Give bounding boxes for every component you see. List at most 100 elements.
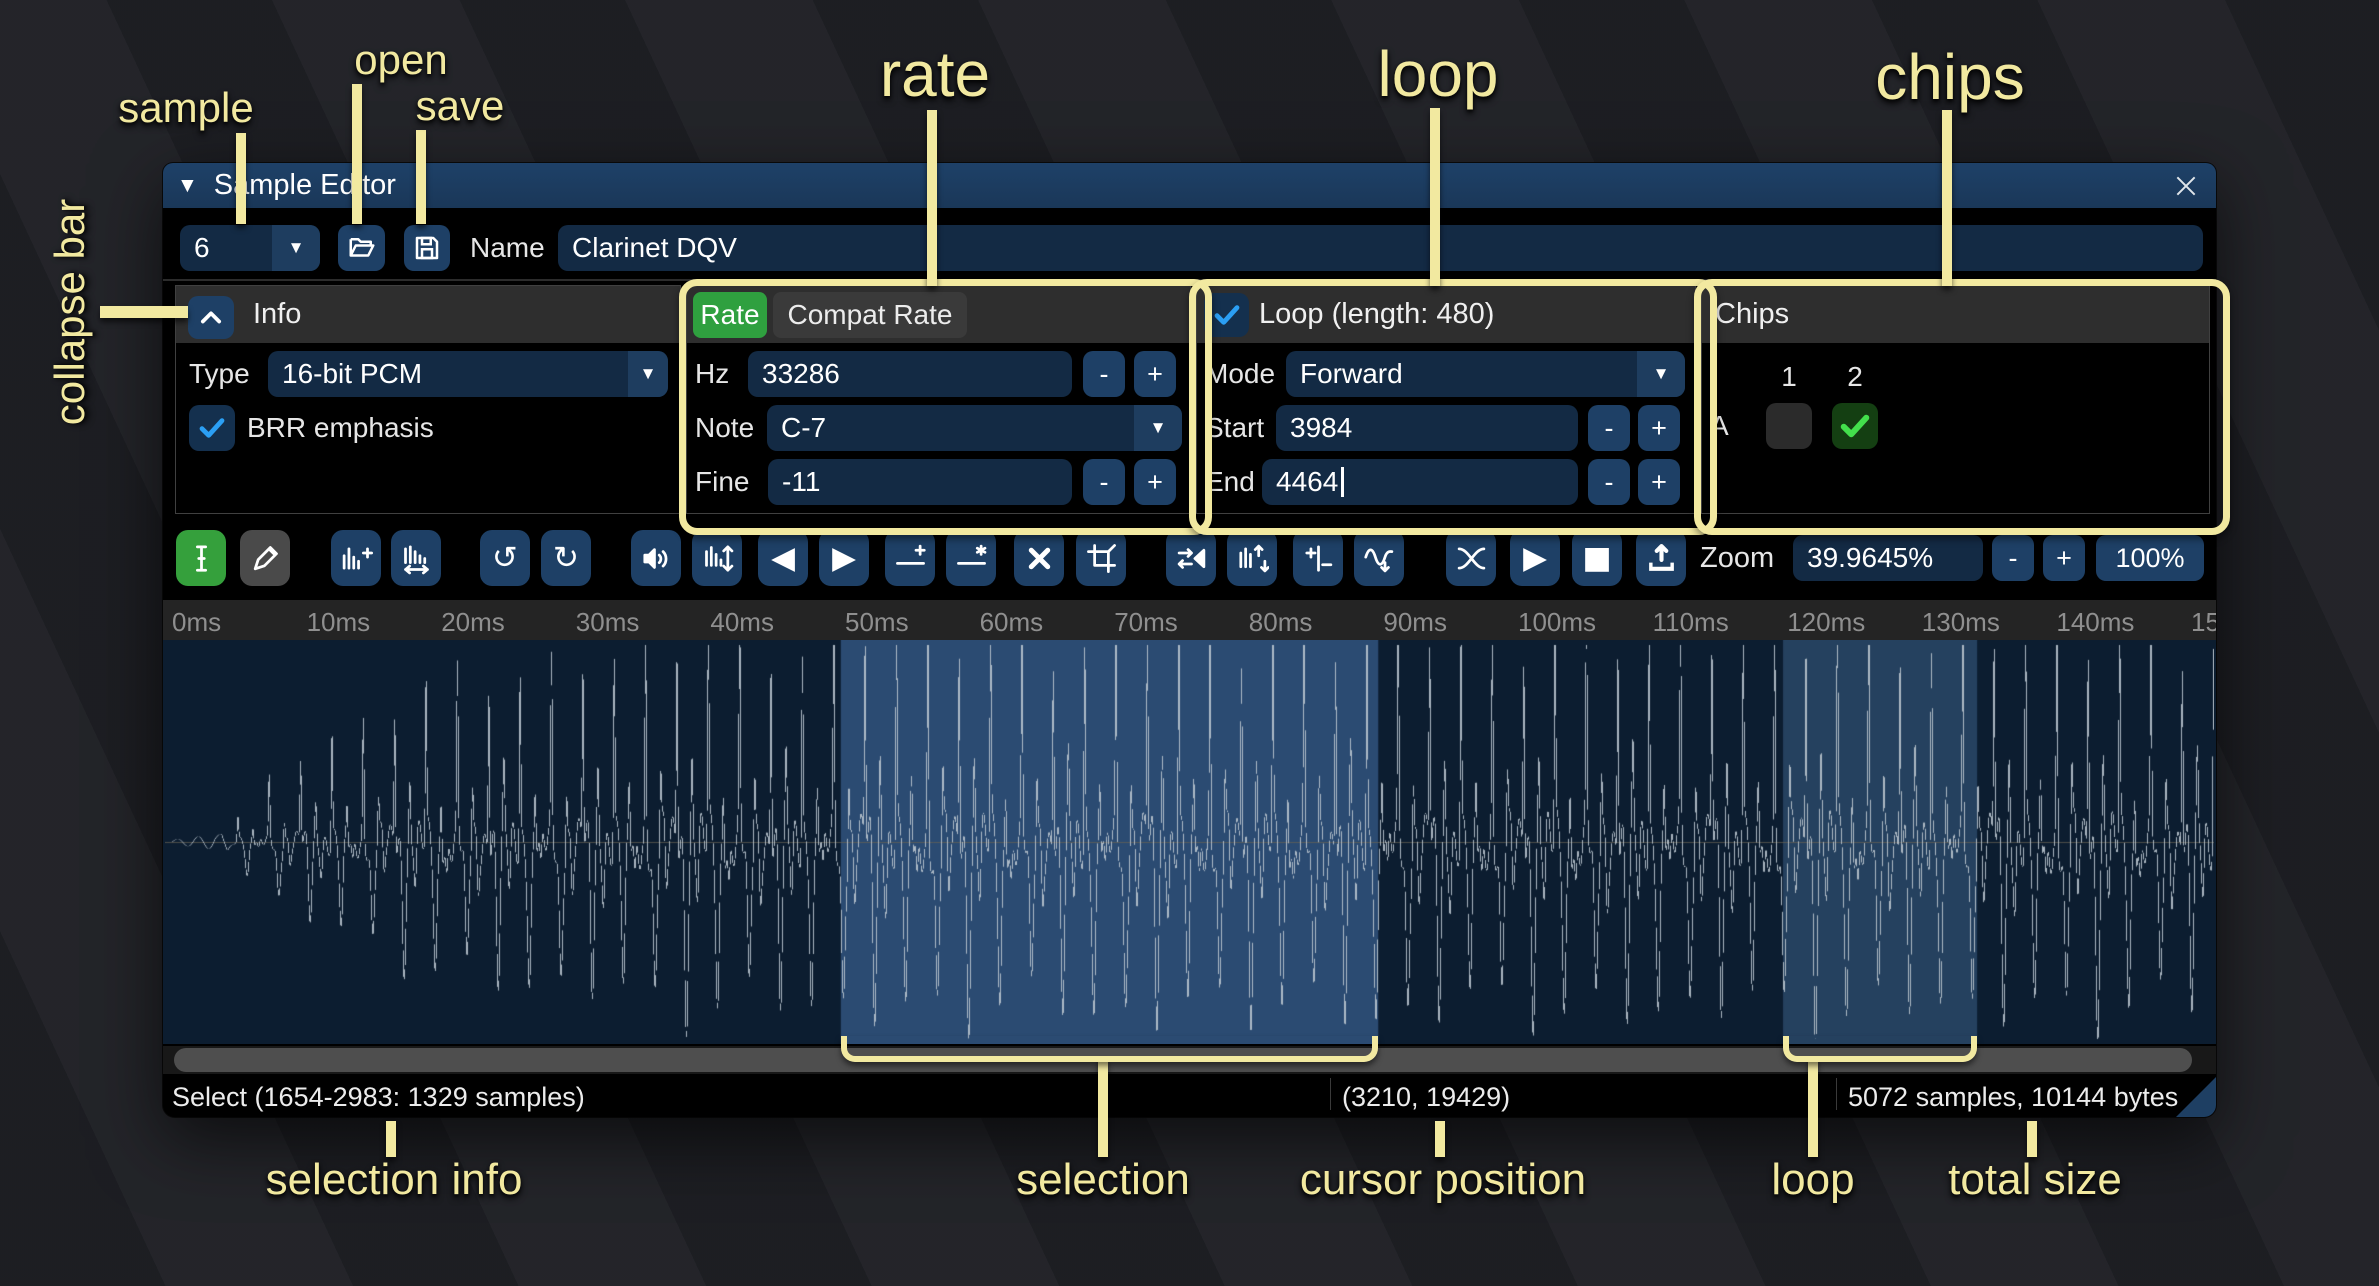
callout-line-selection <box>1098 1058 1108 1157</box>
chevron-down-icon[interactable]: ▼ <box>272 225 320 271</box>
resize-button[interactable] <box>331 530 381 586</box>
collapse-bar-button[interactable] <box>188 296 234 339</box>
normalize-button[interactable] <box>692 530 742 586</box>
stop-sample-button[interactable]: ■ <box>1572 530 1622 586</box>
zoom-in-button[interactable]: + <box>2043 535 2085 581</box>
play-sample-button[interactable]: ▶ <box>1510 530 1560 586</box>
ruler-tick: 120ms <box>1787 607 1865 638</box>
callout-line-rate <box>927 110 937 286</box>
close-button[interactable] <box>2170 170 2202 202</box>
wave-vertical-arrows-icon <box>701 542 734 575</box>
ruler-tick: 140ms <box>2056 607 2134 638</box>
zoom-value-input[interactable]: 39.9645% <box>1793 535 1983 581</box>
chevron-down-icon[interactable]: ▼ <box>628 351 668 397</box>
fade-out-button[interactable]: ▶ <box>819 530 869 586</box>
type-dropdown[interactable]: 16-bit PCM ▼ <box>268 351 668 397</box>
resize-grip[interactable] <box>2176 1077 2216 1117</box>
window-collapse-icon[interactable]: ▼ <box>177 174 198 198</box>
play-icon: ▶ <box>1523 540 1547 576</box>
callout-box-loop <box>1189 279 1717 535</box>
open-folder-icon <box>347 233 377 263</box>
time-ruler[interactable]: 0ms10ms20ms30ms40ms50ms60ms70ms80ms90ms1… <box>163 598 2216 642</box>
filter-wave-icon <box>1363 542 1396 575</box>
signed-unsigned-button[interactable] <box>1293 530 1343 586</box>
callout-line-loop <box>1430 108 1440 286</box>
status-total-size: 5072 samples, 10144 bytes <box>1848 1082 2178 1113</box>
annotation-rate: rate <box>880 37 990 111</box>
annotation-cursor-position: cursor position <box>1300 1155 1586 1205</box>
info-panel-header: Info <box>176 286 680 343</box>
ruler-tick: 110ms <box>1653 607 1729 638</box>
apply-filter-button[interactable] <box>1354 530 1404 586</box>
resample-button[interactable] <box>391 530 441 586</box>
annotation-open: open <box>354 36 447 84</box>
save-floppy-icon <box>412 233 442 263</box>
ruler-tick: 0ms <box>172 607 221 638</box>
waveform-view[interactable] <box>163 640 2216 1044</box>
title-bar[interactable]: ▼ Sample Editor <box>163 163 2216 208</box>
ruler-tick: 100ms <box>1518 607 1596 638</box>
insert-silence-button[interactable] <box>885 530 935 586</box>
sample-selector-value: 6 <box>180 232 210 264</box>
crossfade-button[interactable] <box>1446 530 1496 586</box>
status-bar: Select (1654-2983: 1329 samples) (3210, … <box>163 1074 2216 1117</box>
annotation-sample: sample <box>118 84 253 132</box>
fade-in-button[interactable]: ◀ <box>758 530 808 586</box>
preview-on-chip-button[interactable] <box>1636 530 1686 586</box>
callout-line-cursor-position <box>1435 1121 1445 1157</box>
status-separator <box>1330 1078 1331 1110</box>
selection-bracket <box>841 1036 1378 1062</box>
annotation-loop: loop <box>1378 37 1499 111</box>
redo-button[interactable]: ↻ <box>541 530 591 586</box>
loop-bracket <box>1783 1036 1977 1062</box>
status-separator <box>1836 1078 1837 1110</box>
edit-mode-draw-button[interactable] <box>240 530 290 586</box>
annotation-collapse-bar: collapse bar <box>46 199 94 425</box>
sample-selector[interactable]: 6 ▼ <box>180 225 320 271</box>
callout-line-open <box>352 84 362 224</box>
brr-emphasis-checkbox[interactable] <box>189 405 235 451</box>
save-sample-button[interactable] <box>404 225 450 271</box>
edit-mode-select-button[interactable] <box>176 530 226 586</box>
ruler-tick: 60ms <box>980 607 1044 638</box>
name-label: Name <box>470 225 545 271</box>
check-icon <box>196 412 228 444</box>
brr-emphasis-label: BRR emphasis <box>247 405 434 451</box>
waveform-canvas[interactable] <box>165 640 2214 1044</box>
undo-icon: ↺ <box>492 540 518 576</box>
ruler-tick: 90ms <box>1383 607 1447 638</box>
upload-tray-icon <box>1645 542 1678 575</box>
trim-button[interactable] <box>1076 530 1126 586</box>
ruler-tick: 130ms <box>1922 607 2000 638</box>
zoom-label: Zoom <box>1700 535 1774 581</box>
ruler-tick: 10ms <box>307 607 371 638</box>
open-sample-button[interactable] <box>338 225 385 271</box>
silence-selection-button[interactable] <box>946 530 996 586</box>
type-label: Type <box>189 351 250 397</box>
ibeam-cursor-icon <box>185 542 218 575</box>
callout-line-save <box>416 130 426 224</box>
fade-out-icon: ▶ <box>832 540 856 576</box>
ruler-tick: 40ms <box>710 607 774 638</box>
name-input[interactable]: Clarinet DQV <box>558 225 2203 271</box>
ruler-tick: 150ms <box>2191 607 2216 638</box>
amplify-button[interactable] <box>631 530 681 586</box>
reverse-arrows-icon <box>1175 542 1208 575</box>
line-plus-icon <box>894 542 927 575</box>
zoom-reset-button[interactable]: 100% <box>2096 535 2204 581</box>
callout-line-total-size <box>2027 1121 2037 1157</box>
delete-button[interactable] <box>1014 530 1064 586</box>
redo-icon: ↻ <box>553 540 579 576</box>
callout-box-rate <box>679 279 1212 535</box>
annotation-save: save <box>416 82 505 130</box>
callout-line-collapse-bar <box>100 306 188 318</box>
wave-plus-icon <box>340 542 373 575</box>
annotation-selection-info: selection info <box>266 1155 523 1205</box>
undo-button[interactable]: ↺ <box>480 530 530 586</box>
annotation-loop-bottom: loop <box>1771 1155 1854 1205</box>
callout-line-selection-info <box>386 1121 396 1157</box>
reverse-button[interactable] <box>1166 530 1216 586</box>
annotation-total-size: total size <box>1948 1155 2122 1205</box>
invert-button[interactable] <box>1227 530 1277 586</box>
zoom-out-button[interactable]: - <box>1992 535 2034 581</box>
